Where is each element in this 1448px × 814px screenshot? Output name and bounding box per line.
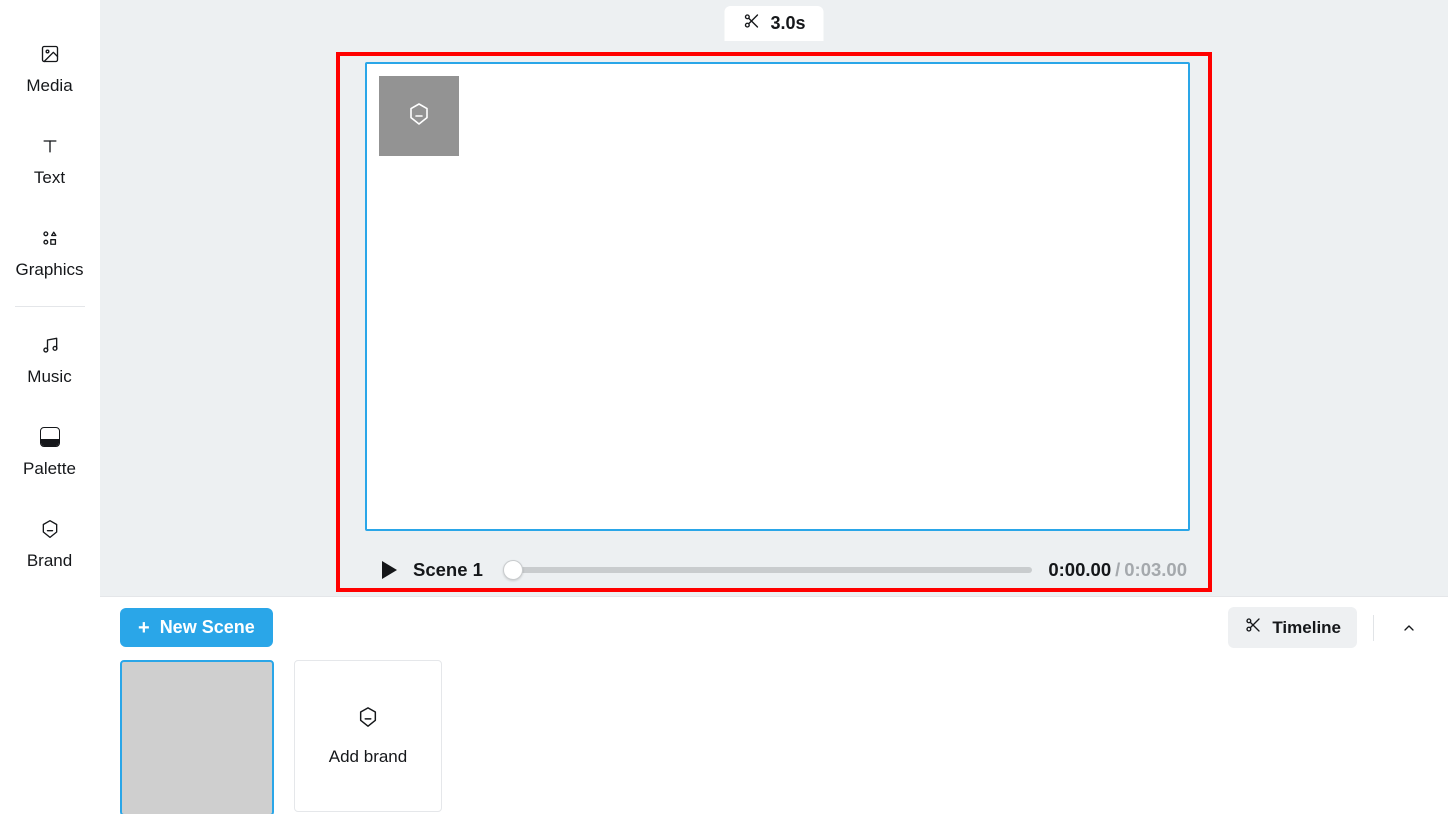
sidebar: Media Text Graphics Music Palette (0, 0, 100, 814)
graphics-icon (40, 228, 60, 248)
sidebar-item-label: Graphics (15, 260, 83, 280)
scrub-track[interactable] (505, 567, 1032, 573)
text-icon (40, 136, 60, 156)
scene-label: Scene 1 (413, 559, 483, 581)
sidebar-item-graphics[interactable]: Graphics (0, 208, 99, 300)
sidebar-item-label: Text (34, 168, 65, 188)
trim-button[interactable]: 3.0s (724, 6, 823, 41)
sidebar-item-label: Brand (27, 551, 72, 571)
timeline-button[interactable]: Timeline (1228, 607, 1357, 648)
total-time: 0:03.00 (1124, 559, 1187, 580)
play-button[interactable] (382, 561, 397, 579)
timeline-label: Timeline (1272, 618, 1341, 638)
palette-icon (40, 427, 60, 447)
add-brand-label: Add brand (329, 747, 407, 767)
canvas[interactable] (365, 62, 1190, 531)
new-scene-label: New Scene (160, 617, 255, 638)
sidebar-item-label: Music (27, 367, 71, 387)
chevron-up-icon (1401, 620, 1417, 636)
scene-thumbnail-1[interactable] (120, 660, 274, 814)
hexagon-icon (357, 706, 379, 733)
sidebar-separator (15, 306, 85, 307)
time-separator: / (1111, 559, 1124, 580)
plus-icon: + (138, 618, 150, 638)
new-scene-button[interactable]: + New Scene (120, 608, 273, 647)
main-area: 3.0s Scene 1 0:00.00/0:03.00 (100, 0, 1448, 814)
add-brand-card[interactable]: Add brand (294, 660, 442, 812)
hexagon-icon (407, 102, 431, 131)
time-display: 0:00.00/0:03.00 (1048, 559, 1187, 581)
scissors-icon (742, 12, 760, 35)
collapse-button[interactable] (1390, 609, 1428, 647)
stage-area: 3.0s Scene 1 0:00.00/0:03.00 (100, 0, 1448, 596)
scissors-icon (1244, 616, 1262, 639)
brand-icon (40, 519, 60, 539)
bottom-panel: + New Scene Timeline (100, 596, 1448, 814)
sidebar-item-label: Palette (23, 459, 76, 479)
canvas-logo-placeholder[interactable] (379, 76, 459, 156)
current-time: 0:00.00 (1048, 559, 1111, 580)
sidebar-item-media[interactable]: Media (0, 24, 99, 116)
playbar: Scene 1 0:00.00/0:03.00 (382, 555, 1187, 585)
trim-duration: 3.0s (770, 13, 805, 34)
sidebar-item-text[interactable]: Text (0, 116, 99, 208)
scrub-thumb[interactable] (503, 560, 523, 580)
sidebar-item-label: Media (26, 76, 72, 96)
music-icon (40, 335, 60, 355)
sidebar-item-music[interactable]: Music (0, 315, 99, 407)
sidebar-item-brand[interactable]: Brand (0, 499, 99, 591)
image-icon (40, 44, 60, 64)
vertical-separator (1373, 615, 1374, 641)
sidebar-item-palette[interactable]: Palette (0, 407, 99, 499)
